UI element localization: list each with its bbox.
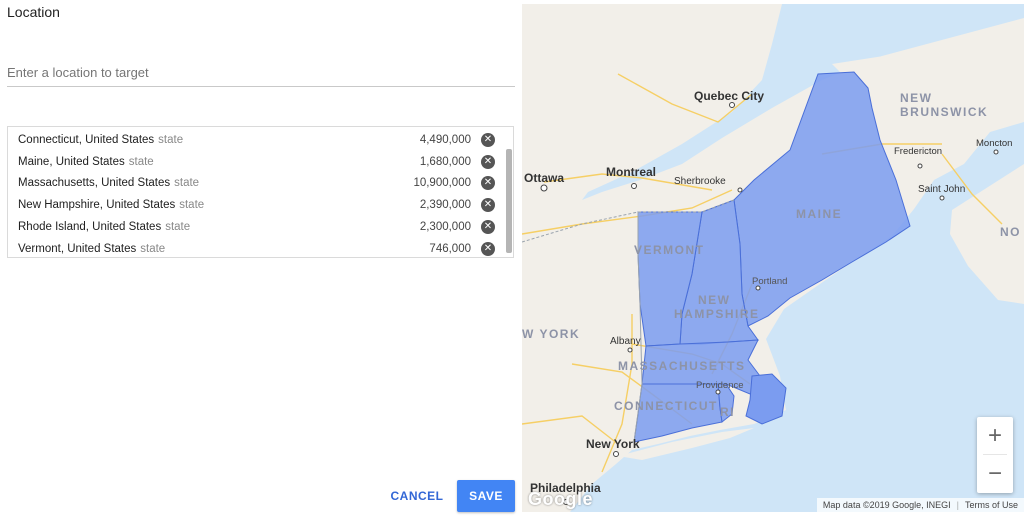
remove-location-icon[interactable]: ✕ (481, 241, 495, 256)
montreal-dot (631, 183, 637, 189)
location-type: state (128, 155, 154, 168)
location-panel: Location Connecticut, United States stat… (0, 0, 522, 520)
label-fredericton: Fredericton (894, 146, 942, 157)
location-row: Massachusetts, United States state 10,90… (8, 173, 513, 195)
new-york-dot (613, 451, 619, 457)
location-row: Maine, United States state 1,680,000 ✕ (8, 151, 513, 173)
targeted-locations-list: Connecticut, United States state 4,490,0… (7, 126, 514, 258)
location-name: Maine, United States (18, 155, 125, 168)
location-reach: 10,900,000 (413, 177, 471, 190)
location-name: Vermont, United States (18, 242, 137, 255)
remove-location-icon[interactable]: ✕ (481, 132, 495, 147)
location-row: New Hampshire, United States state 2,390… (8, 194, 513, 216)
label-new-brunswick-2: BRUNSWICK (900, 105, 988, 119)
label-new-york-city: New York (586, 437, 640, 451)
label-massachusetts: MASSACHUSETTS (618, 359, 746, 373)
location-reach: 4,490,000 (419, 133, 471, 146)
label-rhode-island: RI (720, 405, 735, 419)
location-search-input[interactable] (7, 58, 515, 87)
saint-john-dot (939, 195, 945, 201)
label-new-hampshire-1: NEW (698, 293, 731, 307)
zoom-out-button[interactable]: − (977, 455, 1013, 492)
attribution-text: Map data ©2019 Google, INEGI (822, 500, 951, 510)
label-montreal: Montreal (606, 165, 656, 179)
location-row: Vermont, United States state 746,000 ✕ (8, 238, 513, 257)
fredericton-dot (917, 163, 923, 169)
label-new-hampshire-2: HAMPSHIRE (674, 307, 760, 321)
location-type: state (174, 177, 200, 190)
location-reach: 746,000 (429, 242, 471, 255)
location-reach: 2,390,000 (419, 199, 471, 212)
location-type: state (140, 242, 166, 255)
map-attribution: Map data ©2019 Google, INEGI | Terms of … (816, 498, 1024, 512)
region-cape-cod (745, 373, 787, 425)
section-title: Location (7, 4, 60, 20)
label-albany: Albany (610, 336, 641, 347)
label-connecticut: CONNECTICUT (614, 399, 718, 413)
location-row: Rhode Island, United States state 2,300,… (8, 216, 513, 238)
label-sherbrooke: Sherbrooke (674, 176, 726, 187)
remove-location-icon[interactable]: ✕ (481, 154, 495, 169)
zoom-control: + − (977, 417, 1013, 493)
label-ottawa: Ottawa (524, 171, 564, 185)
label-nova-scotia: NO (1000, 225, 1021, 239)
attribution-separator: | (956, 500, 959, 510)
ottawa-dot (540, 184, 548, 192)
map-view[interactable]: MAINE VERMONT NEW HAMPSHIRE MASSACHUSETT… (522, 4, 1024, 512)
albany-dot (627, 347, 633, 353)
save-button[interactable]: SAVE (457, 480, 515, 512)
remove-location-icon[interactable]: ✕ (481, 198, 495, 213)
zoom-in-button[interactable]: + (977, 417, 1013, 454)
location-reach: 2,300,000 (419, 221, 471, 234)
sherbrooke-dot (737, 187, 743, 193)
label-quebec-city: Quebec City (694, 89, 764, 103)
label-portland: Portland (752, 276, 787, 287)
location-name: Massachusetts, United States (18, 177, 171, 190)
location-name: Rhode Island, United States (18, 221, 162, 234)
google-logo: Google (528, 489, 593, 509)
location-type: state (179, 199, 205, 212)
map-canvas[interactable]: MAINE VERMONT NEW HAMPSHIRE MASSACHUSETT… (522, 4, 1024, 512)
remove-location-icon[interactable]: ✕ (481, 220, 495, 235)
label-vermont: VERMONT (634, 243, 705, 257)
location-type: state (158, 133, 184, 146)
cancel-button[interactable]: CANCEL (384, 481, 450, 511)
location-reach: 1,680,000 (419, 155, 471, 168)
label-moncton: Moncton (976, 138, 1012, 149)
list-scrollbar[interactable] (505, 127, 513, 257)
location-name: New Hampshire, United States (18, 199, 176, 212)
moncton-dot (993, 149, 999, 155)
remove-location-icon[interactable]: ✕ (481, 176, 495, 191)
label-new-brunswick-1: NEW (900, 91, 933, 105)
quebec-city-dot (729, 102, 735, 108)
location-name: Connecticut, United States (18, 133, 155, 146)
terms-of-use-link[interactable]: Terms of Use (965, 500, 1018, 510)
list-scrollbar-thumb[interactable] (506, 149, 512, 253)
label-saint-john: Saint John (918, 184, 965, 195)
location-type: state (165, 221, 191, 234)
label-providence: Providence (696, 380, 744, 391)
location-row: Connecticut, United States state 4,490,0… (8, 129, 513, 151)
label-maine: MAINE (796, 207, 842, 221)
label-new-york: W YORK (522, 327, 580, 341)
